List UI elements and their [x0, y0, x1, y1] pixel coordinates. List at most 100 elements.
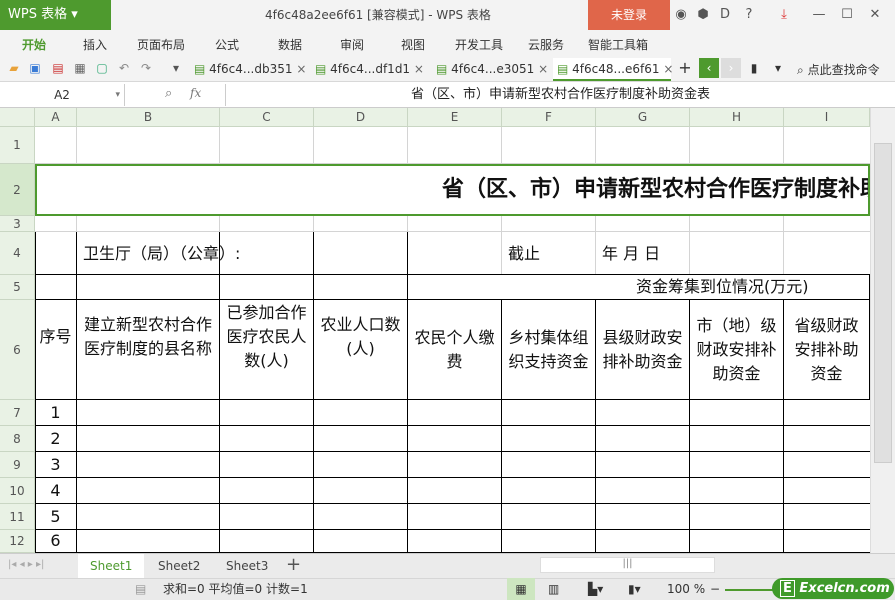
menu-tab-4[interactable]: 数据: [278, 36, 302, 53]
cell[interactable]: 5: [35, 504, 77, 530]
spreadsheet-grid[interactable]: A B C D E F G H I 1 2 3 4 5 6 7 8 9 10 11 12 省（区、市）申请新型农村合作医疗…: [0, 108, 870, 553]
column-header-G[interactable]: G: [596, 108, 690, 127]
cell[interactable]: 3: [35, 452, 77, 478]
cell[interactable]: 省级财政安排补助资金: [784, 300, 870, 400]
cell[interactable]: 农民个人缴费: [408, 300, 502, 400]
menu-tab-7[interactable]: 开发工具: [455, 36, 503, 53]
document-tab[interactable]: ▤ 4f6c4...e3051 ×: [432, 58, 550, 81]
cell[interactable]: 已参加合作医疗农民人数(人): [220, 275, 314, 400]
zoom-formula-icon[interactable]: ⌕: [165, 86, 172, 101]
vertical-scrollbar[interactable]: [870, 108, 895, 553]
share-icon[interactable]: D: [716, 5, 734, 25]
column-header-E[interactable]: E: [408, 108, 502, 127]
row-header-9[interactable]: 9: [0, 452, 35, 478]
command-search[interactable]: ⌕ 点此查找命令: [797, 61, 880, 78]
document-tab[interactable]: ▤ 4f6c4...db351 ×: [190, 58, 308, 81]
wps-menu-button[interactable]: WPS 表格 ▾: [0, 0, 111, 30]
tab-next-icon[interactable]: ›: [721, 58, 741, 78]
scrollbar-thumb[interactable]: [874, 143, 892, 463]
menu-tab-1[interactable]: 插入: [83, 36, 107, 53]
skin-icon[interactable]: ◉: [672, 5, 690, 25]
column-header-H[interactable]: H: [690, 108, 784, 127]
menu-tab-2[interactable]: 页面布局: [137, 36, 185, 53]
row-header-3[interactable]: 3: [0, 216, 35, 232]
add-sheet-icon[interactable]: +: [286, 555, 301, 575]
help-icon[interactable]: ?: [740, 5, 758, 25]
horizontal-scrollbar[interactable]: |||: [540, 557, 715, 573]
row-header-12[interactable]: 12: [0, 530, 35, 553]
undo-icon[interactable]: ↶: [116, 60, 132, 76]
screen-icon[interactable]: ▮: [746, 60, 762, 76]
sheet-nav-arrows[interactable]: |◂ ◂ ▸ ▸|: [8, 559, 44, 570]
chevron-down-icon[interactable]: ▾: [115, 84, 120, 106]
cell[interactable]: 资金筹集到位情况(万元): [408, 275, 870, 300]
name-box[interactable]: A2 ▾: [0, 84, 125, 106]
select-all-corner[interactable]: [0, 108, 35, 127]
cell[interactable]: 市（地）级财政安排补助资金: [690, 300, 784, 400]
close-tab-icon[interactable]: ×: [663, 62, 673, 76]
new-tab-icon[interactable]: +: [677, 60, 693, 76]
page-break-view-icon[interactable]: ▥: [548, 582, 559, 596]
cell[interactable]: 年 月 日: [596, 232, 690, 275]
normal-view-icon[interactable]: ▦: [507, 578, 535, 600]
download-icon[interactable]: ⤓: [775, 5, 793, 25]
row-header-11[interactable]: 11: [0, 504, 35, 530]
row-header-4[interactable]: 4: [0, 232, 35, 275]
cell[interactable]: 卫生厅（局）（公章）:: [77, 232, 314, 275]
document-tab[interactable]: ▤ 4f6c4...df1d1 ×: [311, 58, 429, 81]
settings-icon[interactable]: ⬢: [694, 5, 712, 25]
open-icon[interactable]: ▰: [6, 60, 22, 76]
function-icon[interactable]: fx: [190, 86, 201, 100]
close-tab-icon[interactable]: ×: [414, 62, 424, 76]
column-header-I[interactable]: I: [784, 108, 870, 127]
menu-tab-8[interactable]: 云服务: [528, 36, 564, 53]
row-header-7[interactable]: 7: [0, 400, 35, 426]
print-icon[interactable]: ▦: [72, 60, 88, 76]
cell[interactable]: 2: [35, 426, 77, 452]
zoom-level[interactable]: 100 %: [667, 582, 705, 596]
eye-protect-icon[interactable]: ▮▾: [628, 582, 641, 596]
cell[interactable]: 县级财政安排补助资金: [596, 300, 690, 400]
cell[interactable]: 农业人口数(人): [314, 275, 408, 400]
row-header-10[interactable]: 10: [0, 478, 35, 504]
menu-tab-5[interactable]: 审阅: [340, 36, 364, 53]
reading-mode-icon[interactable]: ▙▾: [588, 582, 603, 596]
row-header-6[interactable]: 6: [0, 300, 35, 400]
cell[interactable]: 1: [35, 400, 77, 426]
formula-input[interactable]: 省（区、市）申请新型农村合作医疗制度补助资金表: [225, 84, 895, 106]
export-pdf-icon[interactable]: ▤: [50, 60, 66, 76]
cell[interactable]: 乡村集体组织支持资金: [502, 300, 596, 400]
menu-tab-9[interactable]: 智能工具箱: [588, 36, 648, 53]
cell[interactable]: 建立新型农村合作医疗制度的县名称: [77, 275, 220, 400]
column-header-F[interactable]: F: [502, 108, 596, 127]
row-header-5[interactable]: 5: [0, 275, 35, 300]
sheet-tab-Sheet3[interactable]: Sheet3: [214, 554, 280, 578]
pin-icon[interactable]: ▾: [770, 60, 786, 76]
cell[interactable]: 6: [35, 530, 77, 553]
save-icon[interactable]: ▣: [27, 60, 43, 76]
maximize-button[interactable]: ☐: [838, 5, 856, 25]
row-header-2[interactable]: 2: [0, 164, 35, 216]
column-header-A[interactable]: A: [35, 108, 77, 127]
column-header-D[interactable]: D: [314, 108, 408, 127]
menu-tab-3[interactable]: 公式: [215, 36, 239, 53]
minimize-button[interactable]: —: [810, 5, 828, 25]
close-tab-icon[interactable]: ×: [296, 62, 306, 76]
sheet-tab-Sheet2[interactable]: Sheet2: [146, 554, 212, 578]
tab-prev-icon[interactable]: ‹: [699, 58, 719, 78]
sheet-tab-Sheet1[interactable]: Sheet1: [78, 554, 145, 578]
cell[interactable]: 4: [35, 478, 77, 504]
sheet-title-cell[interactable]: 省（区、市）申请新型农村合作医疗制度补助资金表: [35, 164, 870, 216]
row-header-1[interactable]: 1: [0, 127, 35, 164]
close-button[interactable]: ✕: [866, 5, 884, 25]
menu-tab-6[interactable]: 视图: [401, 36, 425, 53]
zoom-out-icon[interactable]: −: [710, 582, 720, 596]
cell[interactable]: 截止: [502, 232, 596, 275]
document-tab[interactable]: ▤ 4f6c48...e6f61 ×: [553, 58, 673, 81]
more-dropdown-icon[interactable]: ▾: [168, 60, 184, 76]
row-header-8[interactable]: 8: [0, 426, 35, 452]
cell[interactable]: 序号: [35, 275, 77, 400]
close-tab-icon[interactable]: ×: [538, 62, 548, 76]
column-header-B[interactable]: B: [77, 108, 220, 127]
menu-tab-0[interactable]: 开始: [22, 36, 46, 53]
